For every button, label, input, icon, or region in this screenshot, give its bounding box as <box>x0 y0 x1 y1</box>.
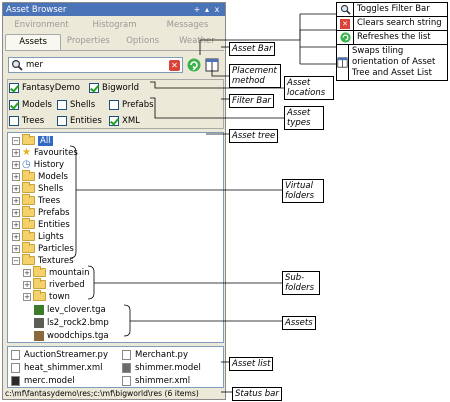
callout-status: Status bar <box>232 387 282 401</box>
refresh-icon <box>337 31 354 44</box>
figure: Asset Browser + ▴ x Environment Histogra… <box>0 0 450 402</box>
callout-asset-bar: Asset Bar <box>229 42 276 56</box>
callout-virtual: Virtual folders <box>282 179 324 203</box>
clear-icon: ✕ <box>337 17 354 30</box>
icon-legend: Toggles Filter Bar ✕ Clears search strin… <box>336 2 448 81</box>
swap-layout-icon <box>337 45 349 80</box>
callout-types: Asset types <box>284 106 324 130</box>
legend-text: Swaps tiling orientation of Asset Tree a… <box>352 46 436 78</box>
callout-placement: Placement method <box>229 64 281 88</box>
callout-locations: Asset locations <box>284 76 334 100</box>
callout-filter-bar: Filter Bar <box>229 94 274 108</box>
legend-row: Toggles Filter Bar <box>337 3 447 17</box>
legend-row: Swaps tiling orientation of Asset Tree a… <box>337 45 447 80</box>
callout-sub: Sub-folders <box>282 271 320 295</box>
magnifier-icon <box>337 3 354 16</box>
callout-assets: Assets <box>282 316 316 330</box>
legend-row: ✕ Clears search string <box>337 17 447 31</box>
legend-row: Refreshes the list <box>337 31 447 45</box>
callout-tree: Asset tree <box>229 129 279 143</box>
legend-text: Refreshes the list <box>357 32 431 42</box>
legend-text: Clears search string <box>357 18 442 28</box>
legend-text: Toggles Filter Bar <box>357 4 430 14</box>
callout-list: Asset list <box>229 357 274 371</box>
